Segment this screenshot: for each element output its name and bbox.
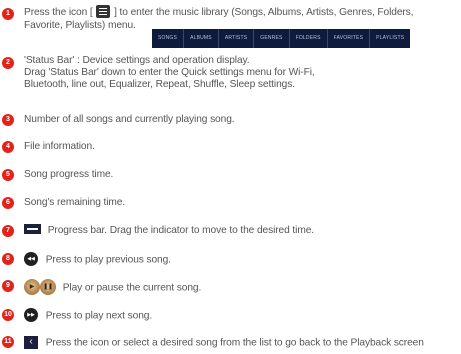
tab-songs: SONGS [152, 29, 185, 48]
tab-albums: ALBUMS [184, 29, 219, 48]
tab-folders: FOLDERS [290, 29, 328, 48]
tab-artists: ARTISTS [219, 29, 255, 48]
item-text: Number of all songs and currently playin… [24, 114, 235, 125]
item-number: 8 [2, 253, 14, 265]
item-text: Song progress time. [24, 169, 114, 180]
item-1-text-end: ] to enter the music library (Songs, Alb… [114, 7, 414, 19]
item-text: File information. [24, 141, 95, 152]
tab-playlists: PLAYLISTS [376, 35, 405, 41]
next-icon: ▶▶ [24, 308, 38, 322]
item-text: Press the icon or select a desired song … [45, 337, 424, 349]
back-icon: ‹ [24, 336, 38, 349]
play-icon: ▶ [24, 279, 40, 295]
item-text: Play or pause the current song. [62, 282, 202, 294]
pause-icon: ❚❚ [40, 279, 56, 295]
item-number: 7 [2, 225, 14, 237]
item-2-line-1: 'Status Bar' : Device settings and opera… [24, 55, 250, 66]
item-1-text-start: Press the icon [ [24, 7, 93, 19]
item-number: 11 [2, 336, 14, 348]
item-text: Song's remaining time. [24, 197, 126, 208]
item-2-line-3: Bluetooth, line out, Equalizer, Repeat, … [24, 79, 295, 90]
tab-favorites: FAVORITES [328, 29, 371, 48]
instruction-list: 1 Press the icon [ ] to enter the music … [0, 0, 461, 354]
item-2-line-2: Drag 'Status Bar' down to enter the Quic… [24, 67, 315, 78]
item-number: 10 [2, 309, 14, 321]
tab-genres: GENRES [254, 29, 290, 48]
item-text: Press to play previous song. [45, 254, 171, 266]
item-text: Progress bar. Drag the indicator to move… [47, 225, 315, 236]
item-number: 3 [2, 114, 14, 126]
item-number: 1 [2, 8, 14, 20]
item-number: 5 [2, 169, 14, 181]
progress-bar-icon [24, 224, 41, 235]
menu-icon [96, 5, 111, 18]
item-number: 9 [2, 280, 14, 292]
item-number: 4 [2, 141, 14, 153]
previous-icon: ◀◀ [24, 252, 38, 266]
library-tab-bar: SONGS ALBUMS ARTISTS GENRES FOLDERS FAVO… [152, 29, 411, 48]
item-number: 2 [2, 57, 14, 69]
item-text: Press to play next song. [45, 310, 153, 322]
item-number: 6 [2, 197, 14, 209]
